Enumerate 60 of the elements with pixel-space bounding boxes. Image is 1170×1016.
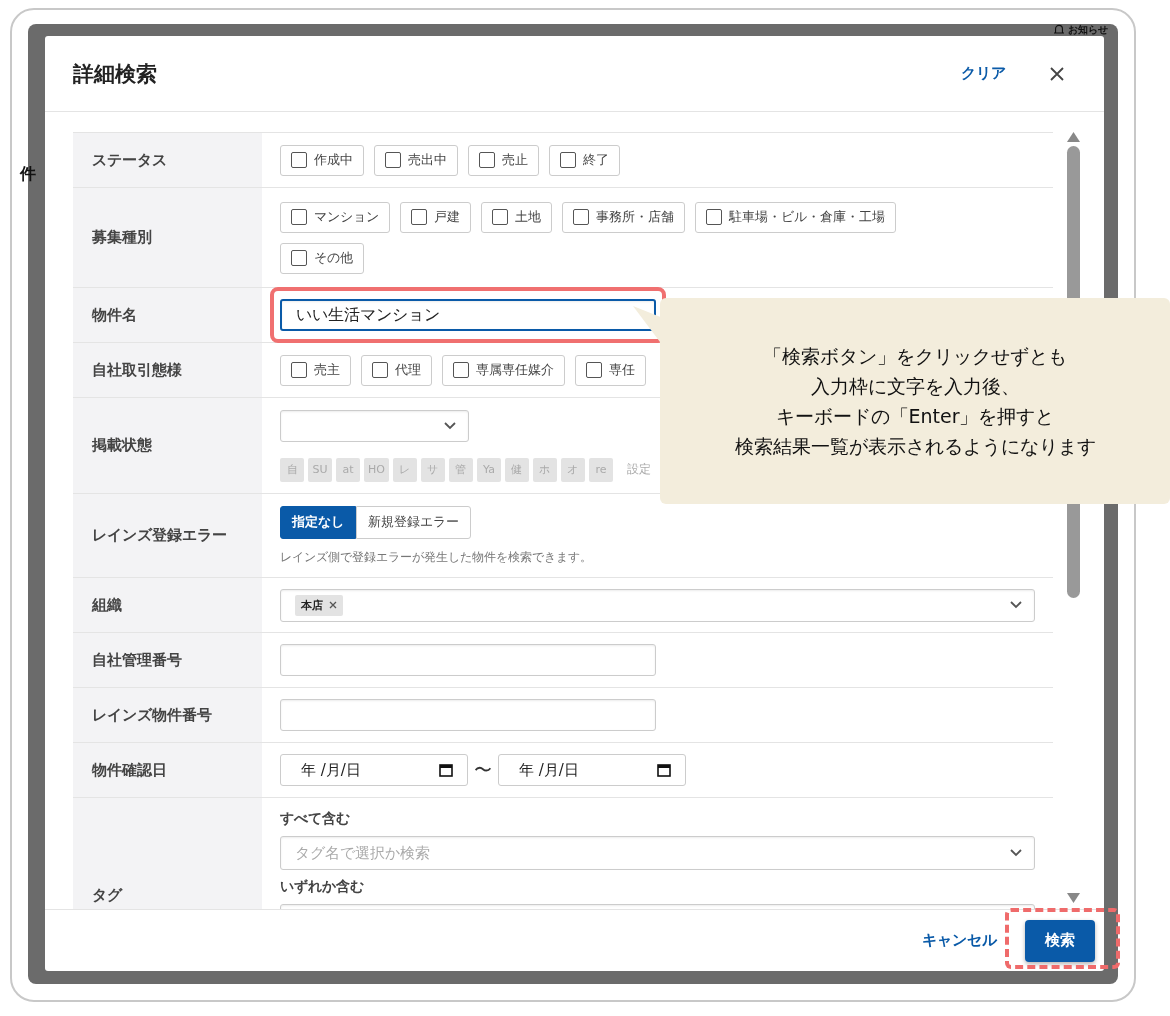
checkbox-option[interactable]: 売止 — [468, 144, 539, 176]
chevron-down-icon — [1010, 849, 1022, 857]
close-icon[interactable] — [1050, 66, 1064, 81]
checkbox-option[interactable]: 駐車場・ビル・倉庫・工場 — [695, 201, 896, 233]
result-count: 件 — [20, 164, 36, 185]
selected-tag: 本店 — [295, 594, 343, 616]
portal-badge: オ — [560, 457, 585, 482]
scroll-up-icon[interactable] — [1066, 132, 1080, 142]
group-label: すべて含む — [280, 810, 351, 828]
calendar-icon[interactable] — [657, 763, 671, 777]
checkbox-option[interactable]: 土地 — [481, 201, 552, 233]
text-field[interactable] — [280, 699, 656, 731]
notice-link[interactable]: お知らせ — [1068, 24, 1108, 35]
text-field[interactable]: いい生活マンション — [280, 299, 656, 331]
checkbox-option[interactable]: その他 — [280, 242, 364, 274]
range-separator: 〜 — [474, 758, 492, 782]
portal-badge: at — [336, 457, 360, 482]
date-field[interactable]: 年 /月/日 — [498, 754, 686, 786]
checkbox-option[interactable]: 代理 — [361, 354, 432, 386]
select-field[interactable] — [280, 409, 469, 442]
text-field[interactable] — [280, 644, 656, 676]
field-label: レインズ登録エラー — [73, 494, 262, 577]
checkbox-option[interactable]: 事務所・店舗 — [562, 201, 685, 233]
field-label: 募集種別 — [73, 188, 262, 287]
checkbox-option[interactable]: 終了 — [549, 144, 620, 176]
toggle-button[interactable]: 指定なし — [280, 505, 356, 539]
checkbox-option[interactable]: マンション — [280, 201, 390, 233]
portal-badge: HO — [364, 457, 389, 482]
field-label: 自社管理番号 — [73, 633, 262, 687]
field-label: 組織 — [73, 578, 262, 632]
callout-text: 「検索ボタン」をクリックせずとも 入力枠に文字を入力後、 キーボードの「Enter」を押すと 検索結果一覧が表示されるようになります — [734, 344, 1096, 459]
checkbox-option[interactable]: 専任 — [575, 354, 646, 386]
bell-icon[interactable] — [1054, 24, 1064, 35]
field-label: 物件確認日 — [73, 743, 262, 797]
portal-badge: Ya — [476, 457, 501, 482]
clear-link[interactable]: クリア — [961, 64, 1006, 83]
group-label: いずれか含む — [280, 878, 365, 896]
dialog-title: 詳細検索 — [73, 60, 158, 88]
checkbox-option[interactable]: 作成中 — [280, 144, 364, 176]
checkbox-option[interactable]: 売出中 — [374, 144, 458, 176]
scroll-down-icon[interactable] — [1066, 893, 1080, 903]
multiselect-field[interactable]: 本店 — [280, 588, 1035, 622]
checkbox-option[interactable]: 戸建 — [400, 201, 471, 233]
chevron-down-icon — [444, 421, 456, 430]
field-label: レインズ物件番号 — [73, 688, 262, 742]
date-field[interactable]: 年 /月/日 — [280, 754, 468, 786]
field-label: 自社取引態様 — [73, 343, 262, 397]
checkbox-option[interactable]: 専属専任媒介 — [442, 354, 565, 386]
field-label: ステータス — [73, 133, 262, 187]
field-label: 物件名 — [73, 288, 262, 342]
checkbox-option[interactable]: 売主 — [280, 354, 351, 386]
field-label: 掲載状態 — [73, 398, 262, 493]
remove-icon[interactable] — [329, 601, 337, 609]
chevron-down-icon — [1010, 601, 1022, 609]
search-button[interactable]: 検索 — [1025, 919, 1095, 962]
calendar-icon[interactable] — [439, 763, 453, 777]
cancel-link[interactable]: キャンセル — [922, 931, 997, 950]
toggle-button[interactable]: 新規登録エラー — [356, 505, 471, 539]
field-label: タグ — [73, 798, 262, 909]
hint-text: レインズ側で登録エラーが発生した物件を検索できます。 — [280, 548, 593, 566]
